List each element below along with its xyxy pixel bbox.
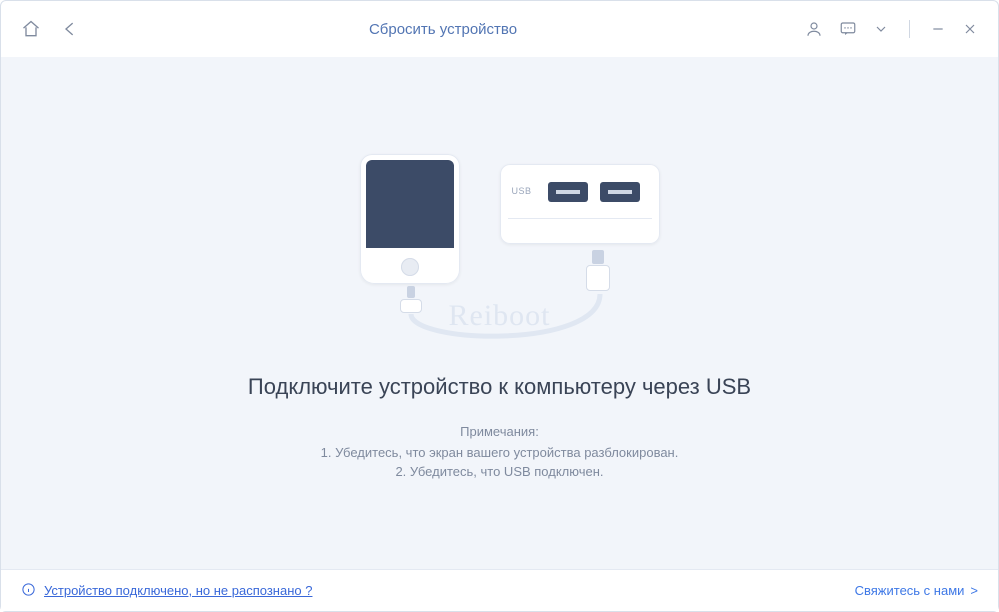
hub-plug-icon <box>586 250 610 294</box>
phone-plug-icon <box>400 286 422 314</box>
close-icon[interactable] <box>962 21 978 37</box>
chevron-right-icon: > <box>970 583 978 598</box>
contact-us-text: Свяжитесь с нами <box>855 583 965 598</box>
notes-label: Примечания: <box>460 424 539 439</box>
hub-label: USB <box>512 186 532 196</box>
user-icon[interactable] <box>805 20 823 38</box>
main-content: USB Reiboot Подключите устройство к комп… <box>1 57 998 569</box>
minimize-icon[interactable] <box>930 21 946 37</box>
usb-hub-icon: USB <box>500 164 660 244</box>
note-line-1: 1. Убедитесь, что экран вашего устройств… <box>321 445 679 460</box>
note-line-2: 2. Убедитесь, что USB подключен. <box>395 464 603 479</box>
app-window: Сбросить устройство <box>0 0 999 612</box>
title-bar-right <box>805 20 978 38</box>
watermark-text: Reiboot <box>449 299 551 333</box>
title-bar-left <box>21 19 81 39</box>
device-not-recognized-link[interactable]: Устройство подключено, но не распознано … <box>44 583 312 598</box>
info-icon <box>21 582 36 600</box>
title-bar: Сбросить устройство <box>1 1 998 57</box>
footer-bar: Устройство подключено, но не распознано … <box>1 569 998 611</box>
feedback-icon[interactable] <box>839 20 857 38</box>
connect-illustration: USB Reiboot <box>340 154 660 344</box>
contact-us-link[interactable]: Свяжитесь с нами > <box>855 583 978 598</box>
chevron-down-icon[interactable] <box>873 21 889 37</box>
window-title: Сбросить устройство <box>81 21 805 38</box>
footer-left: Устройство подключено, но не распознано … <box>21 582 312 600</box>
phone-icon <box>360 154 460 284</box>
home-icon[interactable] <box>21 19 41 39</box>
back-icon[interactable] <box>61 19 81 39</box>
separator <box>909 20 910 38</box>
main-heading: Подключите устройство к компьютеру через… <box>248 374 751 400</box>
